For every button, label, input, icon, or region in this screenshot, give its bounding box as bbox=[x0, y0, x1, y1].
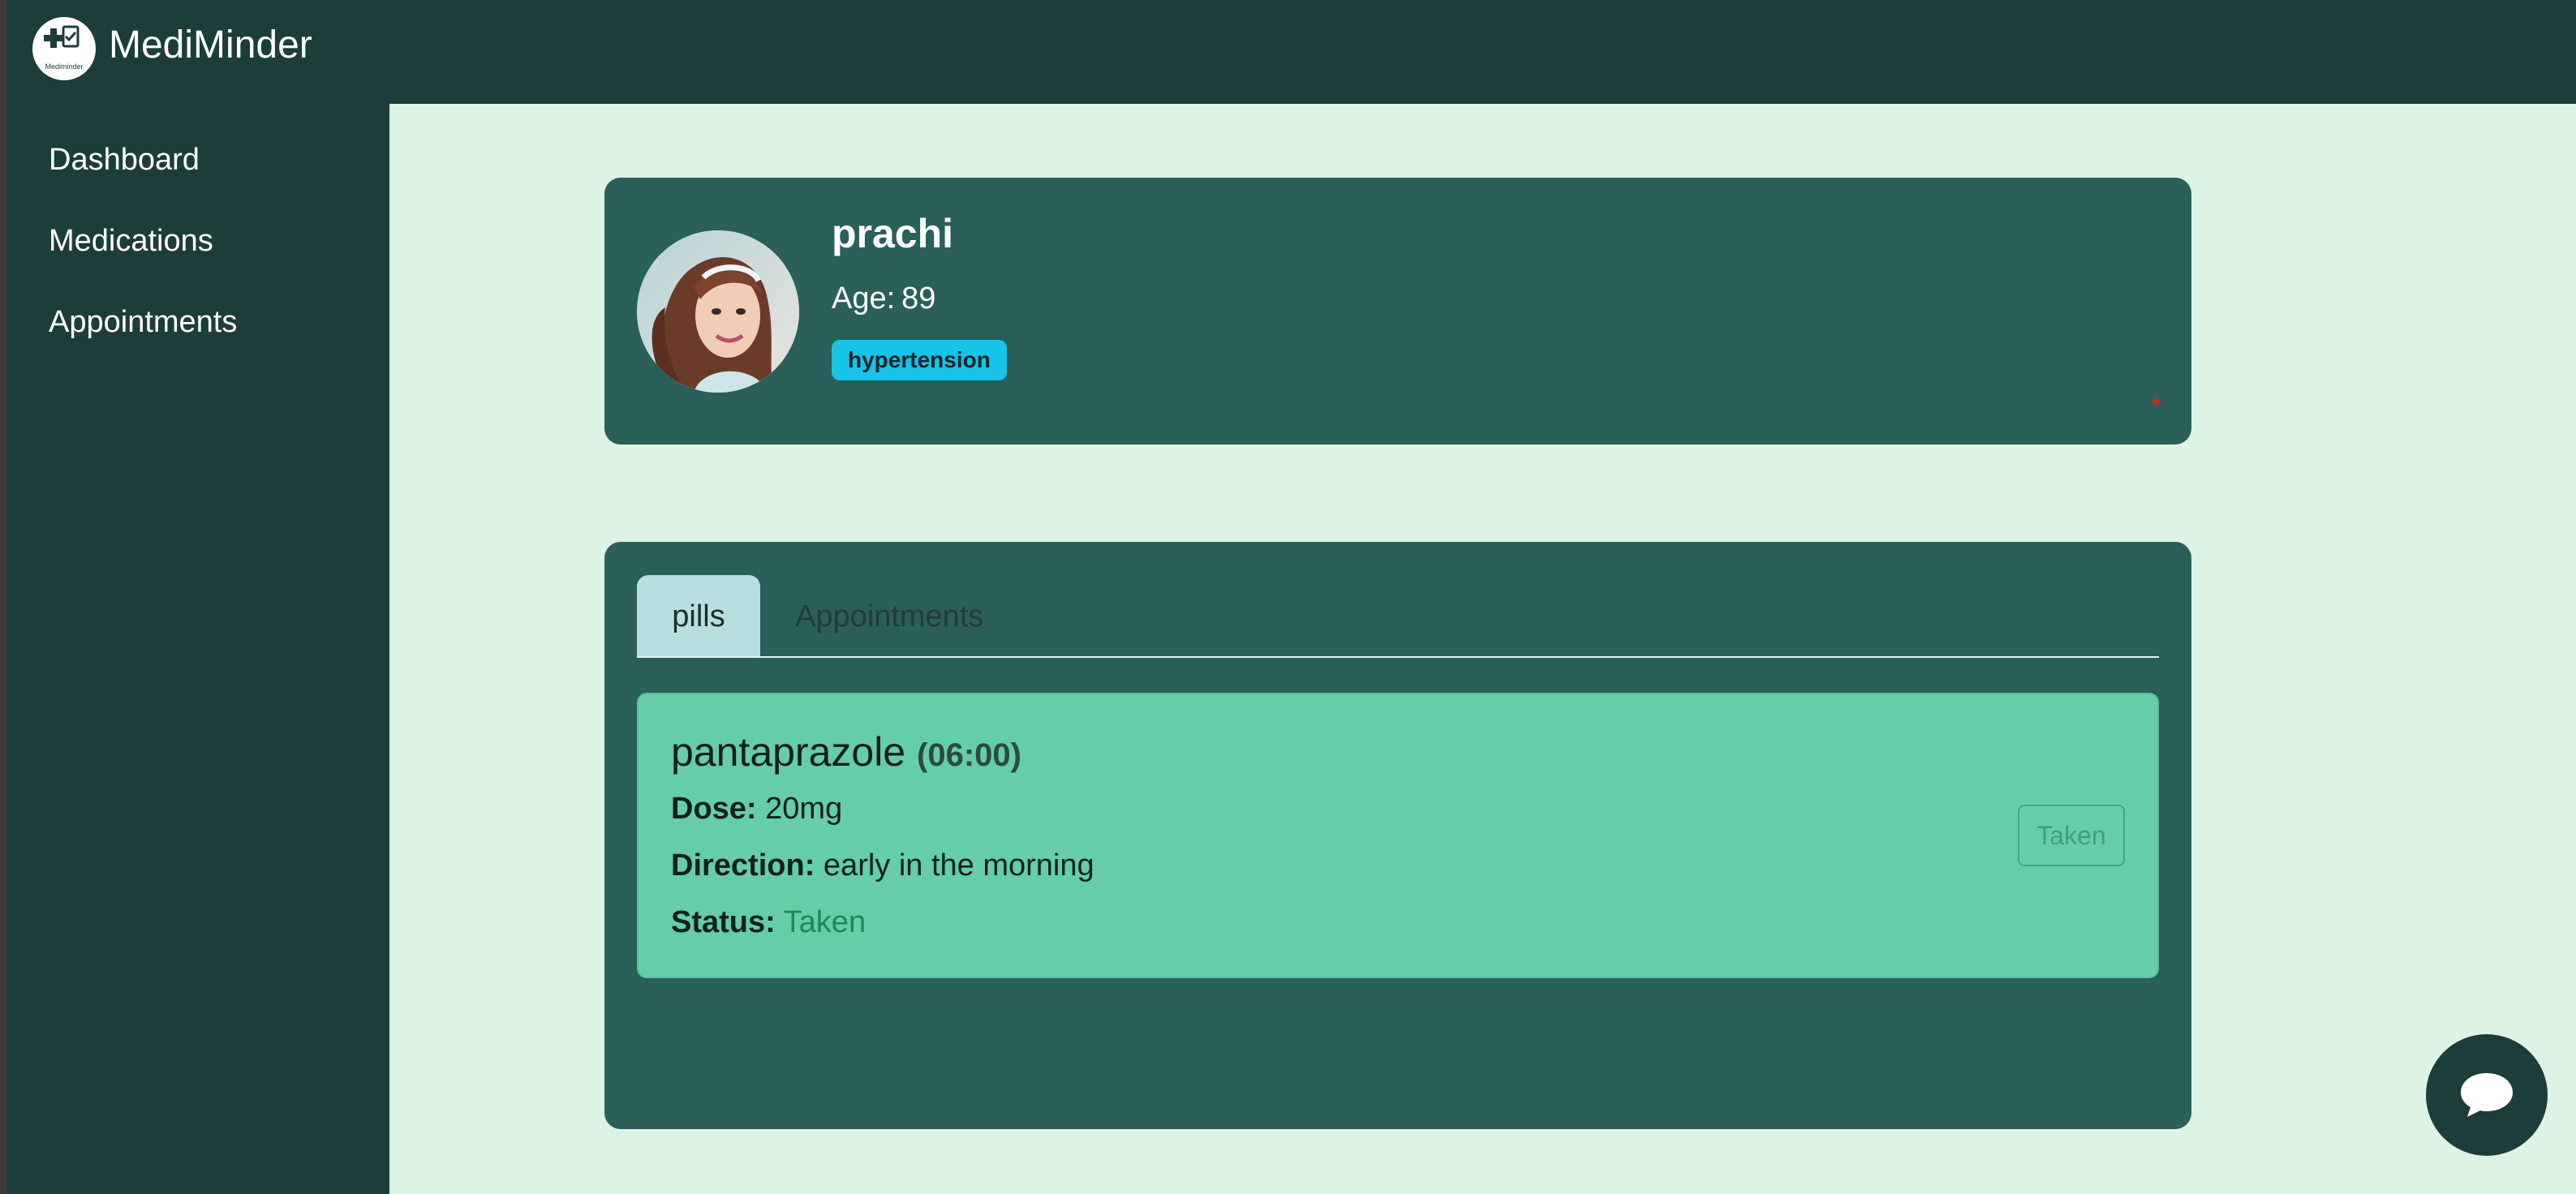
tab-divider bbox=[637, 656, 2159, 658]
dose-row: Dose: 20mg bbox=[671, 792, 842, 827]
avatar bbox=[637, 230, 799, 393]
direction-row: Direction: early in the morning bbox=[671, 848, 1094, 883]
medication-title: pantaprazole (06:00) bbox=[671, 728, 1021, 775]
age-value: 89 bbox=[901, 281, 936, 316]
direction-value: early in the morning bbox=[823, 848, 1094, 883]
window-edge bbox=[0, 0, 6, 1194]
top-navbar: Mediminder MediMinder bbox=[6, 0, 2576, 104]
dose-value: 20mg bbox=[765, 792, 843, 826]
medication-tabs-card: pills Appointments pantaprazole (06:00) … bbox=[604, 542, 2191, 1129]
dose-label: Dose: bbox=[671, 792, 757, 826]
age-label: Age: bbox=[832, 281, 896, 316]
sidebar-item-dashboard[interactable]: Dashboard bbox=[49, 143, 200, 178]
app-logo[interactable]: Mediminder bbox=[32, 17, 96, 80]
chat-bubble-icon bbox=[2461, 1073, 2513, 1117]
logo-text: Mediminder bbox=[45, 62, 84, 71]
tab-pills[interactable]: pills bbox=[637, 575, 760, 658]
medication-name: pantaprazole bbox=[671, 729, 906, 775]
chat-button[interactable] bbox=[2426, 1034, 2548, 1156]
sidebar-item-appointments[interactable]: Appointments bbox=[49, 305, 237, 340]
profile-card: prachi Age: 89 hypertension bbox=[604, 178, 2191, 445]
profile-age: Age: 89 bbox=[832, 281, 935, 316]
direction-label: Direction: bbox=[671, 848, 815, 883]
app-title[interactable]: MediMinder bbox=[109, 23, 312, 67]
status-label: Status: bbox=[671, 905, 776, 939]
status-dot bbox=[2152, 398, 2160, 406]
medical-cross-clipboard-icon bbox=[44, 25, 80, 48]
medication-card: pantaprazole (06:00) Dose: 20mg Directio… bbox=[637, 693, 2159, 978]
profile-name: prachi bbox=[832, 211, 954, 256]
status-row: Status: Taken bbox=[671, 905, 866, 940]
tab-appointments[interactable]: Appointments bbox=[795, 575, 983, 658]
status-value: Taken bbox=[783, 905, 867, 939]
condition-badge: hypertension bbox=[832, 340, 1007, 380]
medication-time: (06:00) bbox=[917, 737, 1021, 773]
sidebar-item-medications[interactable]: Medications bbox=[49, 224, 213, 259]
sidebar: Dashboard Medications Appointments bbox=[6, 104, 389, 1194]
taken-button[interactable]: Taken bbox=[2018, 805, 2125, 866]
